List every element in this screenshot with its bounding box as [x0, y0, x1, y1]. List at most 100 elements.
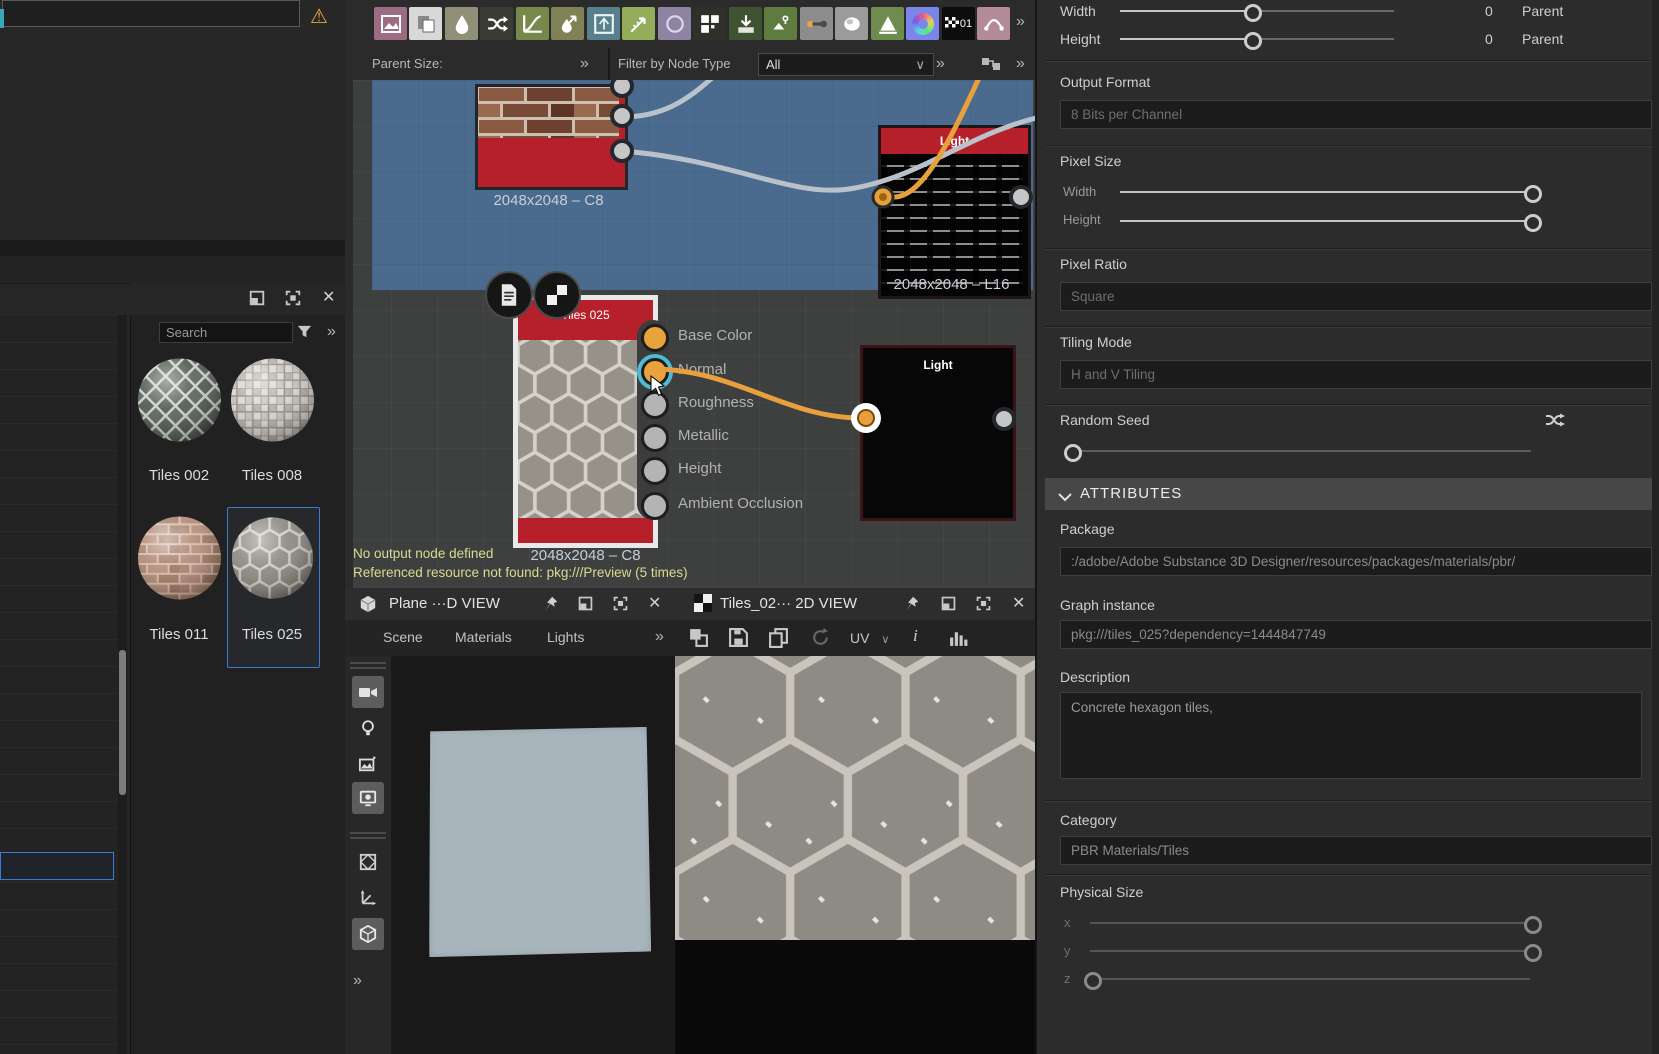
scene-primitive-icon[interactable]	[352, 918, 384, 950]
physical-x-slider[interactable]	[1090, 922, 1530, 924]
transformation-node-icon[interactable]	[409, 7, 442, 40]
material-thumbnail-tiles-002[interactable]	[136, 355, 223, 445]
info-icon[interactable]: i	[913, 626, 918, 646]
text-field-empty[interactable]	[2, 0, 300, 27]
close-icon[interactable]: ✕	[648, 595, 661, 613]
light-tool-icon[interactable]	[352, 712, 384, 744]
viewport-3d[interactable]	[391, 656, 675, 1054]
close-icon[interactable]: ✕	[322, 289, 335, 307]
tabs-overflow-chevron-icon[interactable]: »	[655, 628, 664, 646]
tile-sampler-node-icon[interactable]	[693, 7, 726, 40]
width-parent-toggle[interactable]: Parent	[1522, 3, 1563, 19]
properties-scrollbar[interactable]	[1652, 0, 1659, 1054]
light-node-bottom[interactable]: Light	[860, 345, 1016, 521]
transform-axis-icon[interactable]	[352, 882, 384, 914]
node-graph-canvas[interactable]: 2048x2048 – C8 Light 2048x2048 – L16 Til…	[345, 80, 1035, 588]
bezier-curves-node-icon[interactable]	[977, 7, 1010, 40]
curve-node-icon[interactable]	[516, 7, 549, 40]
maximize-icon[interactable]	[612, 595, 630, 613]
view-3d-header[interactable]: Plane ···D VIEW ✕	[345, 588, 675, 621]
environment-tool-icon[interactable]	[352, 748, 384, 780]
undock-icon[interactable]	[940, 595, 958, 613]
description-textarea[interactable]: Concrete hexagon tiles,	[1060, 692, 1642, 779]
brick-material-node[interactable]	[475, 84, 628, 190]
blend-node-icon[interactable]	[800, 7, 833, 40]
gradient-node-icon[interactable]	[729, 7, 762, 40]
height-blend-node-icon[interactable]	[871, 7, 904, 40]
pixel-width-slider[interactable]	[1120, 191, 1530, 193]
graph-instance-field[interactable]: pkg:///tiles_025?dependency=1444847749	[1060, 620, 1652, 649]
bitmap-node-icon[interactable]	[374, 7, 407, 40]
linked-nodes-icon[interactable]	[981, 56, 1001, 75]
shape-mapper-node-icon[interactable]	[835, 7, 868, 40]
selected-list-item[interactable]	[0, 852, 114, 880]
attributes-section-header[interactable]: ATTRIBUTES	[1045, 478, 1659, 510]
close-icon[interactable]: ✕	[1012, 595, 1025, 613]
viewport-2d-texture[interactable]	[675, 656, 1035, 940]
maximize-icon[interactable]	[975, 595, 993, 613]
compare-layers-icon[interactable]	[688, 627, 709, 653]
graph-type-badge-icon[interactable]	[485, 271, 533, 319]
physical-y-slider[interactable]	[1090, 950, 1530, 952]
tab-lights[interactable]: Lights	[547, 629, 584, 645]
geometry-tool-icon[interactable]	[352, 846, 384, 878]
pixel-ratio-field[interactable]: Square	[1060, 282, 1652, 311]
undock-icon[interactable]	[577, 595, 595, 613]
node-type-filter-select[interactable]: All ∨	[758, 53, 934, 76]
maximize-icon[interactable]	[284, 289, 302, 307]
library-scrollbar-thumb[interactable]	[119, 650, 126, 795]
histogram-icon[interactable]	[948, 627, 969, 653]
library-overflow-chevron-icon[interactable]: »	[327, 323, 336, 341]
pin-metallic[interactable]	[641, 424, 669, 452]
toolbar-more-chevron-icon[interactable]: »	[353, 972, 362, 990]
search-input[interactable]	[159, 322, 293, 343]
physical-z-slider[interactable]	[1090, 978, 1530, 980]
tab-scene[interactable]: Scene	[383, 629, 423, 645]
tiling-mode-field[interactable]: H and V Tiling	[1060, 360, 1652, 389]
pin-height[interactable]	[641, 457, 669, 485]
pin-base-color[interactable]	[641, 324, 669, 352]
shape-node-icon[interactable]	[658, 7, 691, 40]
toolbar-overflow-chevron-icon[interactable]: »	[1016, 13, 1025, 31]
width-slider-handle[interactable]	[1244, 4, 1262, 22]
filter-overflow-chevron-icon[interactable]: »	[936, 55, 945, 73]
physical-y-slider-handle[interactable]	[1524, 944, 1542, 962]
safe-transform-node-icon[interactable]	[587, 7, 620, 40]
pixel-height-slider[interactable]	[1120, 220, 1530, 222]
shuffle-node-icon[interactable]	[480, 7, 513, 40]
filter-icon[interactable]	[296, 323, 313, 345]
undock-icon[interactable]	[248, 289, 266, 307]
tab-materials[interactable]: Materials	[455, 629, 512, 645]
pixel-height-slider-handle[interactable]	[1524, 214, 1542, 232]
left-list-column[interactable]	[0, 315, 118, 1054]
random-seed-slider-handle[interactable]	[1064, 444, 1082, 462]
save-icon[interactable]	[728, 627, 749, 653]
parent-size-chevron-icon[interactable]: »	[580, 55, 589, 73]
pin-ambient-occlusion[interactable]	[641, 492, 669, 520]
package-field[interactable]: :/adobe/Adobe Substance 3D Designer/reso…	[1060, 547, 1652, 576]
material-thumbnail-tiles-011[interactable]	[136, 513, 223, 603]
pin-icon[interactable]	[903, 595, 920, 617]
category-field[interactable]: PBR Materials/Tiles	[1060, 836, 1652, 865]
slope-blur-node-icon[interactable]	[551, 7, 584, 40]
grayscale-conversion-node-icon[interactable]: 01	[942, 7, 975, 40]
random-seed-shuffle-icon[interactable]	[1545, 410, 1565, 433]
random-seed-slider[interactable]	[1071, 450, 1531, 452]
physical-z-slider-handle[interactable]	[1084, 972, 1102, 990]
material-thumbnail-tiles-025[interactable]	[230, 513, 317, 603]
pin-icon[interactable]	[542, 595, 559, 617]
pin-normal[interactable]	[641, 358, 669, 386]
hsl-node-icon[interactable]	[906, 7, 939, 40]
physical-x-slider-handle[interactable]	[1524, 916, 1542, 934]
pin-roughness[interactable]	[641, 391, 669, 419]
height-slider-handle[interactable]	[1244, 32, 1262, 50]
view-2d-header[interactable]: Tiles_02··· 2D VIEW ✕	[675, 588, 1035, 621]
camera-tool-icon[interactable]	[352, 676, 384, 708]
height-parent-toggle[interactable]: Parent	[1522, 31, 1563, 47]
light-node-top[interactable]: Light	[878, 125, 1031, 299]
pixel-width-slider-handle[interactable]	[1524, 185, 1542, 203]
copy-icon[interactable]	[768, 627, 789, 653]
uv-mode-select[interactable]: UV ∨	[850, 630, 889, 646]
blur-node-icon[interactable]	[445, 7, 478, 40]
splatter-node-icon[interactable]	[764, 7, 797, 40]
